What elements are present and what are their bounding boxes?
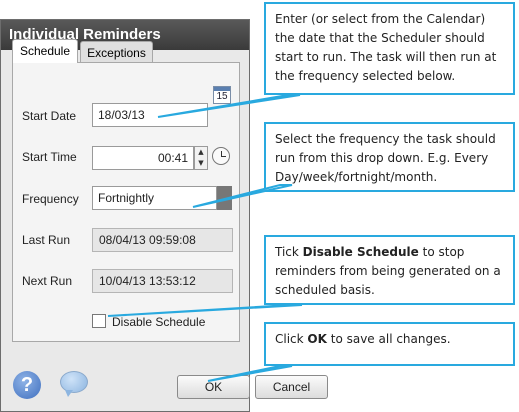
next-run-label: Next Run [22, 274, 73, 288]
time-spinner[interactable]: ▲ ▼ [194, 146, 208, 170]
start-date-field[interactable]: 18/03/13 [92, 103, 208, 127]
next-run-field: 10/04/13 13:53:12 [92, 269, 233, 293]
callout-ok-text-pre: Click [275, 332, 308, 346]
chat-bubble-icon[interactable] [60, 371, 88, 397]
calendar-icon[interactable]: 15 [213, 86, 231, 104]
disable-schedule-checkbox[interactable] [92, 314, 106, 328]
callout-ok: Click OK to save all changes. [264, 322, 515, 366]
callout-disable-schedule-bold: Disable Schedule [302, 245, 419, 259]
disable-schedule-label[interactable]: Disable Schedule [112, 315, 205, 329]
callout-disable-schedule: Tick Disable Schedule to stop reminders … [264, 235, 515, 305]
callout-start-date: Enter (or select from the Calendar) the … [264, 2, 515, 95]
start-date-label: Start Date [22, 109, 77, 123]
callout-ok-text-post: to save all changes. [326, 332, 451, 346]
clock-icon [212, 147, 230, 165]
start-time-field[interactable]: 00:41 [92, 146, 194, 170]
last-run-field: 08/04/13 09:59:08 [92, 228, 233, 252]
start-time-label: Start Time [22, 150, 77, 164]
frequency-dropdown[interactable]: Fortnightly [92, 186, 217, 210]
tab-exceptions[interactable]: Exceptions [80, 41, 153, 63]
ok-button[interactable]: OK [177, 375, 250, 399]
last-run-label: Last Run [22, 233, 71, 247]
help-icon[interactable]: ? [13, 371, 41, 399]
callout-ok-bold: OK [307, 332, 327, 346]
dropdown-arrow-icon[interactable] [217, 186, 232, 210]
tab-schedule[interactable]: Schedule [12, 39, 78, 63]
callout-disable-schedule-text-pre: Tick [275, 245, 303, 259]
cancel-button[interactable]: Cancel [255, 375, 328, 399]
frequency-label: Frequency [22, 192, 79, 206]
callout-frequency: Select the frequency the task should run… [264, 122, 515, 192]
